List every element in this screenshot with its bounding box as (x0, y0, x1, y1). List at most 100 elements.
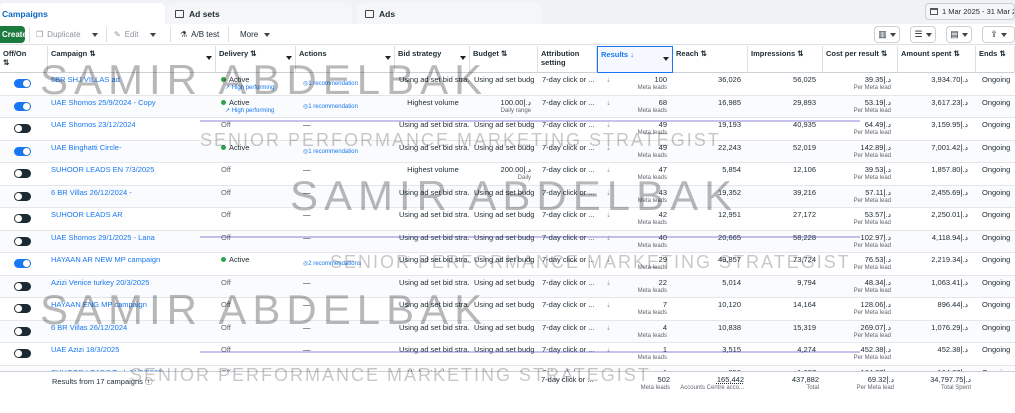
footer-spent-value: 34,797.75د.إ (930, 375, 971, 384)
campaign-toggle[interactable] (14, 101, 31, 111)
breakdown-button[interactable]: ☰ (910, 26, 936, 43)
table-row[interactable]: 6 BR Villas 26/12/2024 - Off — Using ad … (0, 185, 1015, 208)
campaign-toggle[interactable] (14, 349, 31, 358)
columns-button[interactable]: ▥ (874, 26, 900, 43)
chevron-down-icon (150, 32, 156, 37)
table-row[interactable]: UAE Binghatti Circle- Active 1 recommend… (0, 140, 1015, 163)
col-amount-spent[interactable]: Amount spent ⇅ (898, 46, 976, 73)
campaign-toggle[interactable] (14, 236, 31, 246)
tab-ads[interactable]: Ads (357, 3, 542, 24)
campaign-name-link[interactable]: 6 BR Villas 26/12/2024 - (51, 188, 132, 197)
export-icon: ⇪ (990, 29, 998, 39)
edit-dropdown[interactable] (150, 26, 156, 43)
col-attribution[interactable]: Attribution setting (538, 46, 597, 73)
campaign-toggle[interactable] (14, 146, 31, 156)
campaign-name-link[interactable]: SUHOOR LEADS EN 7/3/2025 (51, 165, 154, 174)
recommendation-link[interactable]: 2 recommendations (303, 260, 392, 269)
create-button[interactable]: Create (0, 26, 27, 43)
duplicate-dropdown[interactable] (92, 26, 98, 43)
budget-value: Using ad set budg... (474, 300, 534, 309)
ends-cell: Ongoing (979, 343, 1015, 365)
campaign-toggle[interactable] (14, 169, 31, 178)
table-row[interactable]: 6 BR Villas 26/12/2024 Off — Using ad se… (0, 320, 1015, 343)
reach-cell: 22,243 (676, 141, 744, 163)
col-delivery[interactable]: Delivery ⇅ (216, 46, 296, 73)
campaign-toggle[interactable] (14, 191, 31, 201)
sort-icon: ⇅ (999, 49, 1006, 58)
campaign-name-link[interactable]: UAE Shomos 29/1/2025 - Lana (51, 233, 155, 242)
campaign-toggle[interactable] (14, 281, 31, 291)
col-reach[interactable]: Reach ⇅ (673, 46, 748, 73)
col-ends-label: Ends (979, 49, 998, 58)
col-off-on[interactable]: Off/On ⇅ (0, 46, 48, 73)
table-row[interactable]: Azizi Venice turkey 20/3/2025 Off — Usin… (0, 275, 1015, 298)
attribution-cell: 7-day click or ... (539, 276, 597, 298)
tab-ad-sets[interactable]: Ad sets (167, 3, 352, 24)
col-campaign[interactable]: Campaign ⇅ (48, 46, 216, 73)
col-cost-per-result[interactable]: Cost per result ⇅ (823, 46, 898, 73)
tab-campaigns[interactable]: Campaigns (0, 3, 165, 24)
col-results-label: Results (601, 50, 629, 59)
bid-strategy-cell: Using ad set bid stra... (396, 186, 470, 208)
table-row[interactable]: UAE Shomos 29/1/2025 - Lana Off — Using … (0, 230, 1015, 253)
actions-cell: — (300, 276, 395, 298)
sort-desc-icon: ↓ (630, 50, 634, 59)
table-row[interactable]: HAYAAN ENG MP campaign Off — Using ad se… (0, 298, 1015, 321)
campaign-toggle[interactable] (14, 304, 31, 313)
bid-strategy-cell: Using ad set bid stra... (396, 343, 470, 365)
campaign-toggle[interactable] (14, 259, 31, 268)
attribution-cell: 7-day click or ... (539, 231, 597, 253)
campaign-name-link[interactable]: UAE Azizi 18/3/2025 (51, 345, 119, 354)
campaign-name-link[interactable]: HAYAAN AR NEW MP campaign (51, 255, 160, 264)
table-row[interactable]: SUHOOR LEADS AR Off — Using ad set bid s… (0, 208, 1015, 231)
impressions-cell: 4,274 (751, 343, 819, 365)
campaign-cell: UAE Azizi 18/3/2025 (48, 343, 216, 365)
campaign-toggle[interactable] (14, 326, 31, 336)
col-ends[interactable]: Ends ⇅ (976, 46, 1015, 73)
reach-value: 16,985 (718, 97, 741, 107)
calendar-icon (930, 8, 938, 15)
results-value: 68 (658, 97, 667, 107)
spent-value: 2,455.69د.إ (931, 187, 968, 197)
campaign-toggle[interactable] (14, 79, 31, 88)
campaign-name-link[interactable]: 6BR SHJ VILLAS ad (51, 75, 120, 84)
recommendation-link[interactable]: 1 recommendation (303, 80, 392, 89)
col-impressions[interactable]: Impressions ⇅ (748, 46, 823, 73)
col-reach-label: Reach (676, 49, 699, 58)
col-actions[interactable]: Actions (296, 46, 395, 73)
col-results[interactable]: Results ↓ (597, 46, 673, 73)
campaign-name-link[interactable]: SUHOOR LEADS AR (51, 210, 123, 219)
attribution-value: 7-day click or ... (542, 210, 595, 219)
table-row[interactable]: UAE Shomos 25/9/2024 - Copy Active ↗ High… (0, 95, 1015, 118)
campaign-name-link[interactable]: HAYAAN ENG MP campaign (51, 300, 147, 309)
footer-impr-sub: Total (806, 385, 819, 391)
table-row[interactable]: 6BR SHJ VILLAS ad Active ↗ High performin… (0, 73, 1015, 96)
table-row[interactable]: UAE Azizi 18/3/2025 Off — Using ad set b… (0, 343, 1015, 366)
campaign-name-link[interactable]: UAE Binghatti Circle- (51, 143, 121, 152)
recommendation-link[interactable]: 1 recommendation (303, 103, 392, 112)
table-row[interactable]: SUHOOR LEADS EN 7/3/2025 Off — Highest v… (0, 163, 1015, 186)
reports-button[interactable]: ▤ (946, 26, 972, 43)
campaign-toggle[interactable] (14, 124, 31, 133)
watermark-underline (200, 120, 860, 122)
more-button[interactable]: More (240, 26, 271, 43)
campaign-name-link[interactable]: UAE Shomos 23/12/2024 (51, 120, 136, 129)
recommendation-link[interactable]: 1 recommendation (303, 148, 392, 157)
spent-value: 4,118.94د.إ (931, 232, 968, 242)
table-row[interactable]: HAYAAN AR NEW MP campaign Active 2 recom… (0, 253, 1015, 276)
date-range-picker[interactable]: 1 Mar 2025 - 31 Mar 2025 (925, 3, 1015, 20)
export-button[interactable]: ⇪ (982, 26, 1015, 43)
col-bid-strategy[interactable]: Bid strategy (395, 46, 470, 73)
bid-strategy-value: Highest volume (407, 97, 459, 107)
campaign-toggle[interactable] (14, 214, 31, 223)
campaign-name-link[interactable]: Azizi Venice turkey 20/3/2025 (51, 278, 149, 287)
spent-value: 2,219.34د.إ (931, 255, 968, 264)
col-off-on-label: Off/On (3, 49, 27, 58)
campaign-name-link[interactable]: UAE Shomos 25/9/2024 - Copy (51, 98, 156, 107)
duplicate-button[interactable]: ❐ Duplicate (36, 26, 81, 43)
ab-test-button[interactable]: ⚗ A/B test (180, 26, 219, 43)
campaign-name-link[interactable]: 6 BR Villas 26/12/2024 (51, 323, 127, 332)
amount-spent-cell: 452.38د.إ (901, 343, 971, 365)
edit-button[interactable]: ✎ Edit (114, 26, 139, 43)
col-budget[interactable]: Budget ⇅ (470, 46, 538, 73)
